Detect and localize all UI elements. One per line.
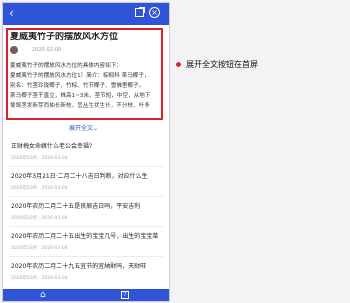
page-title — [45, 8, 127, 20]
article-line: 夏威夷竹子的摆放风水方位的具体内容如下： — [10, 63, 122, 69]
list-item-title: 2020年农历二月二十五是良辰吉日吗，平安吉利 — [11, 203, 141, 210]
article-preview-highlight: 夏威夷竹子的摆放风水方位 2020-02-00 夏威夷竹子的摆放风水方位的具体内… — [6, 28, 163, 120]
list-item-meta: 2020年03月 · 2020-03-04 — [11, 186, 68, 191]
close-icon[interactable]: × — [149, 7, 160, 18]
article-meta: 2020-02-00 — [10, 46, 160, 54]
article-line: 别名：竹茎玲珑椰子、竹棕、竹节椰子、雪佛里椰子。 — [10, 83, 145, 89]
top-nav-bar: ‹ × — [3, 3, 169, 25]
list-item-title: 2020年农历二月二十五出生的宝宝几号，出生的宝宝菜 — [11, 233, 159, 240]
excerpt-fade — [10, 104, 161, 118]
avatar — [10, 46, 18, 54]
list-item-meta: 2020年03月 · 2020-03-04 — [11, 156, 68, 161]
divider — [9, 256, 163, 257]
share-icon[interactable] — [135, 7, 145, 17]
divider — [9, 196, 163, 197]
article-date: 2020-02-00 — [32, 47, 62, 53]
list-item-title: 2020年农历二月二十九五宜节的宜納財吗，天财旺 — [11, 263, 147, 270]
article-line: 茶马椰子茎干直立，株高1~3米。茎节短，中空，从地下 — [10, 93, 151, 99]
article-title: 夏威夷竹子的摆放风水方位 — [10, 32, 119, 42]
expand-label: 展开全文 — [69, 125, 94, 132]
list-item-meta: 2020年03月 · 2020-03-04 — [11, 246, 68, 251]
list-item-title: 正财梅女命嫁什么老公会幸福? — [11, 143, 93, 150]
article-line: 夏威夷竹子的摆放风水方位1）简介：棕榈科 茶马椰子， — [10, 73, 150, 79]
divider — [9, 166, 163, 167]
phone-screen: ‹ × 夏威夷竹子的摆放风水方位 2020-02-00 夏威夷竹子的摆放风水方位… — [2, 2, 170, 302]
expand-full-text-button[interactable]: 展开全文⌄ — [69, 125, 98, 133]
list-item-title: 2020年3月21日·二月二十八吉日判断，对应什么生 — [11, 173, 148, 180]
back-icon[interactable]: ‹ — [9, 6, 14, 20]
callout-label: 展开全文按钮在首屏 — [186, 60, 258, 69]
divider — [9, 226, 163, 227]
chevron-down-icon: ⌄ — [93, 125, 99, 132]
bottom-nav-bar: ⌂ ? — [3, 289, 169, 301]
help-icon[interactable]: ? — [121, 291, 129, 299]
list-item-meta: 2020年03月 · 2020-03-04 — [11, 216, 68, 221]
callout-marker — [175, 61, 182, 68]
home-icon[interactable]: ⌂ — [40, 290, 46, 300]
list-item-meta: 2020年03月 · 2020-03-04 — [11, 276, 68, 281]
